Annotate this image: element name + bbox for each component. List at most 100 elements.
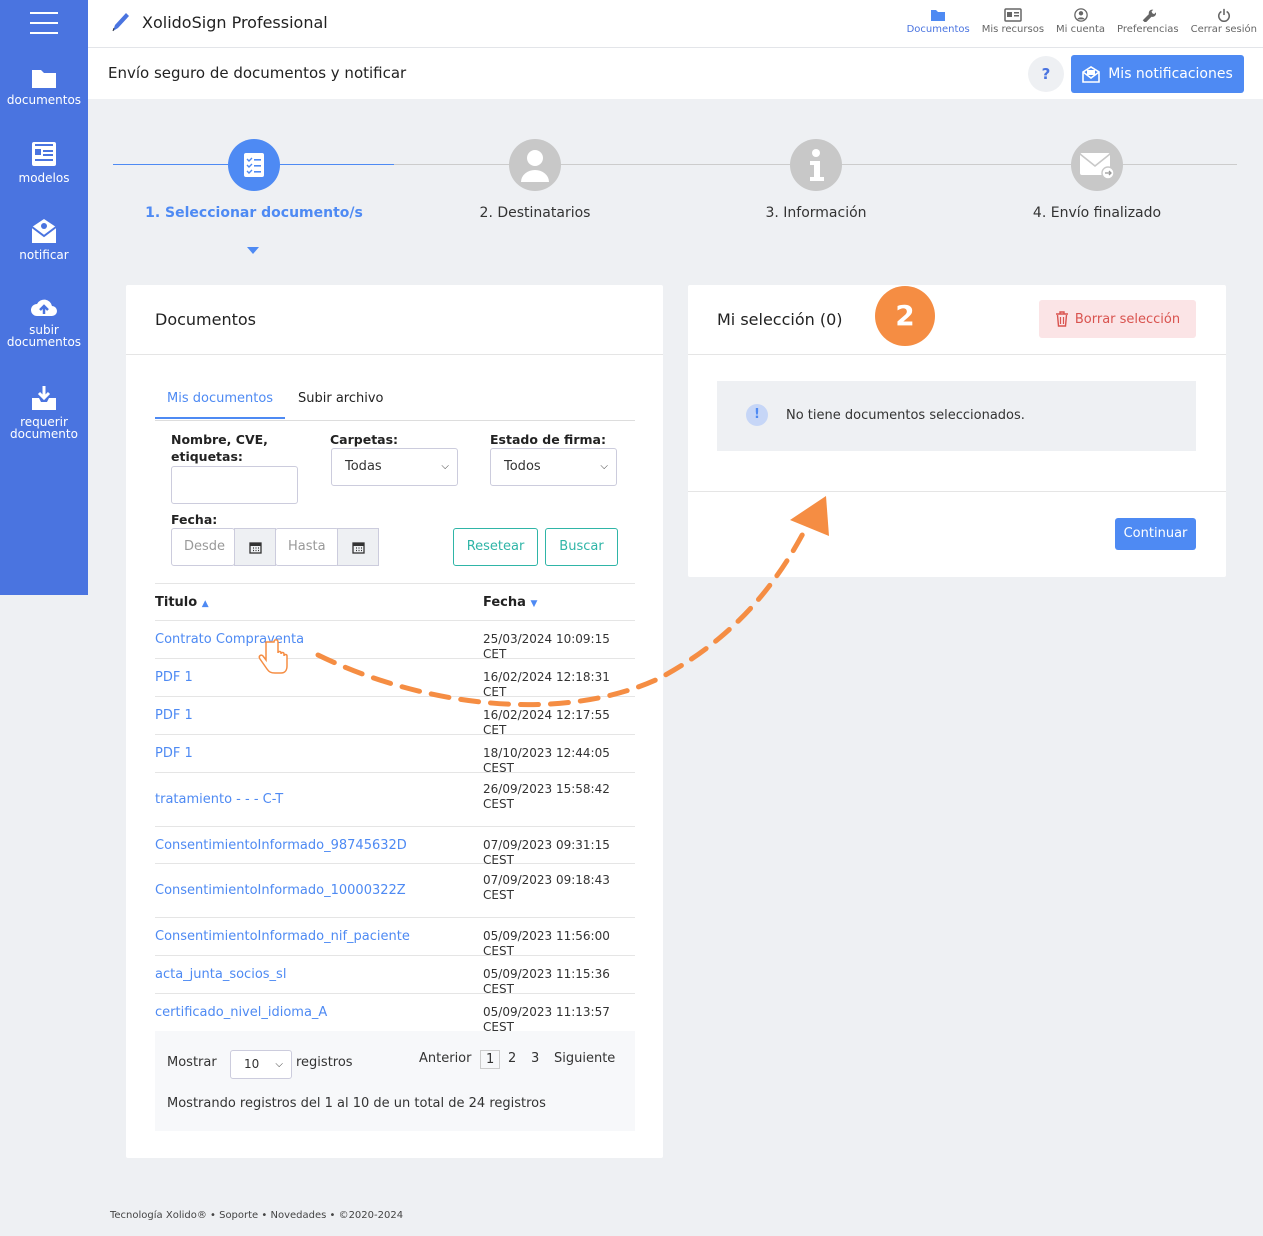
search-button[interactable]: Buscar <box>545 528 618 566</box>
cloud-upload-icon <box>31 299 57 316</box>
column-date[interactable]: Fecha ▼ <box>483 595 537 610</box>
topnav-label: Mi cuenta <box>1056 24 1106 35</box>
selection-panel: Mi selección (0) 2 Borrar selección ! No… <box>688 285 1226 577</box>
documents-panel-header: Documentos <box>126 285 663 355</box>
show-label: Mostrar <box>167 1055 217 1070</box>
pen-icon <box>112 13 129 32</box>
document-title-link[interactable]: PDF 1 <box>155 670 193 685</box>
table-row[interactable]: Contrato Compraventa 25/03/2024 10:09:15 … <box>155 621 635 661</box>
pager-next[interactable]: Siguiente <box>554 1051 615 1066</box>
sidebar-item-subir-documentos[interactable]: subir documentos <box>0 296 88 348</box>
sidebar-item-label: requerir documento <box>10 415 78 441</box>
divider <box>688 491 1226 492</box>
document-title-link[interactable]: tratamiento - - - C-T <box>155 792 283 807</box>
my-notifications-label: Mis notificaciones <box>1108 66 1233 82</box>
step-2-circle[interactable] <box>509 139 561 191</box>
sidebar-item-documentos[interactable]: documentos <box>0 66 88 106</box>
topnav-label: Preferencias <box>1117 24 1179 35</box>
date-from-calendar-button[interactable] <box>234 528 276 566</box>
topnav-preferencias[interactable]: Preferencias <box>1117 6 1179 35</box>
sort-asc-icon: ▲ <box>201 599 209 609</box>
document-title-link[interactable]: acta_junta_socios_sl <box>155 967 286 982</box>
document-title-link[interactable]: ConsentimientoInformado_10000322Z <box>155 883 406 898</box>
table-row[interactable]: acta_junta_socios_sl 05/09/2023 11:15:36 … <box>155 956 635 996</box>
calendar-icon <box>351 541 365 554</box>
folder-icon <box>32 70 56 88</box>
clear-selection-button[interactable]: Borrar selección <box>1039 300 1196 338</box>
active-step-caret-icon <box>247 247 259 254</box>
folders-select[interactable]: Todas ⌵ <box>331 448 458 486</box>
reset-button[interactable]: Resetear <box>453 528 538 566</box>
pager-page-3[interactable]: 3 <box>531 1051 539 1066</box>
folders-filter-label: Carpetas: <box>330 432 399 447</box>
table-row[interactable]: tratamiento - - - C-T 26/09/2023 15:58:42… <box>155 773 635 827</box>
document-date: 16/02/2024 12:17:55 CET <box>483 708 610 737</box>
menu-icon[interactable] <box>30 12 58 36</box>
table-pager: Mostrar 10 ⌵ registros Anterior 1 2 3 Si… <box>155 1031 635 1131</box>
name-filter-input[interactable] <box>171 466 298 504</box>
chevron-down-icon: ⌵ <box>275 1059 283 1070</box>
continue-button[interactable]: Continuar <box>1115 518 1196 550</box>
topnav-label: Cerrar sesión <box>1190 24 1257 35</box>
wrench-icon <box>1142 9 1156 22</box>
date-from-input[interactable]: Desde <box>171 528 235 566</box>
table-row[interactable]: certificado_nivel_idioma_A 05/09/2023 11:… <box>155 994 635 1034</box>
table-row[interactable]: ConsentimientoInformado_10000322Z 07/09/2… <box>155 864 635 918</box>
topnav-mis-recursos[interactable]: Mis recursos <box>982 6 1044 35</box>
pager-page-2[interactable]: 2 <box>508 1051 516 1066</box>
table-row[interactable]: PDF 1 16/02/2024 12:18:31 CET <box>155 659 635 699</box>
user-icon <box>521 150 549 182</box>
step-4-circle[interactable] <box>1071 139 1123 191</box>
step-3-circle[interactable] <box>790 139 842 191</box>
step-1-label: 1. Seleccionar documento/s <box>145 205 363 221</box>
step-number-badge: 2 <box>875 286 935 346</box>
sidebar-item-notificar[interactable]: notificar <box>0 217 88 261</box>
sidebar-item-requerir-documento[interactable]: requerir documento <box>0 384 88 440</box>
table-row[interactable]: PDF 1 18/10/2023 12:44:05 CEST <box>155 735 635 775</box>
info-icon <box>810 149 824 181</box>
document-title-link[interactable]: PDF 1 <box>155 708 193 723</box>
column-date-label: Fecha <box>483 595 526 610</box>
help-button[interactable]: ? <box>1028 56 1064 92</box>
document-title-link[interactable]: ConsentimientoInformado_98745632D <box>155 838 407 853</box>
column-title[interactable]: Titulo ▲ <box>155 595 209 610</box>
document-title-link[interactable]: Contrato Compraventa <box>155 632 304 647</box>
document-date: 25/03/2024 10:09:15 CET <box>483 632 610 661</box>
topnav-documentos[interactable]: Documentos <box>907 6 970 35</box>
checklist-icon <box>244 153 264 177</box>
brand[interactable]: XolidoSign Professional <box>110 10 328 34</box>
table-body: Contrato Compraventa 25/03/2024 10:09:15 … <box>155 621 635 1034</box>
folder-icon <box>931 10 946 21</box>
tab-subir-archivo[interactable]: Subir archivo <box>298 391 384 406</box>
step-1-circle[interactable] <box>228 139 280 191</box>
pager-prev[interactable]: Anterior <box>419 1051 471 1066</box>
date-to-calendar-button[interactable] <box>337 528 379 566</box>
table-row[interactable]: ConsentimientoInformado_nif_paciente 05/0… <box>155 918 635 958</box>
my-notifications-button[interactable]: Mis notificaciones <box>1071 55 1244 93</box>
pager-page-1[interactable]: 1 <box>480 1050 501 1069</box>
footer: Tecnología Xolido® • Soporte • Novedades… <box>110 1210 404 1221</box>
envelope-send-icon <box>1079 153 1115 180</box>
table-row[interactable]: ConsentimientoInformado_98745632D 07/09/2… <box>155 827 635 867</box>
status-select[interactable]: Todos ⌵ <box>490 448 617 486</box>
sidebar-item-modelos[interactable]: modelos <box>0 140 88 184</box>
topnav-mi-cuenta[interactable]: Mi cuenta <box>1056 6 1105 35</box>
records-label: registros <box>296 1055 353 1070</box>
document-title-link[interactable]: ConsentimientoInformado_nif_paciente <box>155 929 410 944</box>
document-title-link[interactable]: PDF 1 <box>155 746 193 761</box>
inbox-download-icon <box>32 386 56 410</box>
document-date: 26/09/2023 15:58:42 CEST <box>483 782 610 811</box>
sidebar-item-label: documentos <box>6 93 82 107</box>
page-size-select[interactable]: 10 ⌵ <box>230 1050 292 1079</box>
tab-mis-documentos[interactable]: Mis documentos <box>155 391 286 419</box>
status-select-value: Todos <box>504 459 541 474</box>
sidebar-item-label: subir documentos <box>6 323 82 349</box>
step-2-label: 2. Destinatarios <box>479 205 591 221</box>
date-filter-label: Fecha: <box>171 512 218 527</box>
table-row[interactable]: PDF 1 16/02/2024 12:17:55 CET <box>155 697 635 737</box>
folders-select-value: Todas <box>345 459 382 474</box>
date-to-input[interactable]: Hasta <box>275 528 339 566</box>
document-title-link[interactable]: certificado_nivel_idioma_A <box>155 1005 327 1020</box>
document-date: 07/09/2023 09:18:43 CEST <box>483 873 610 902</box>
topnav-cerrar-sesion[interactable]: Cerrar sesión <box>1191 6 1257 35</box>
